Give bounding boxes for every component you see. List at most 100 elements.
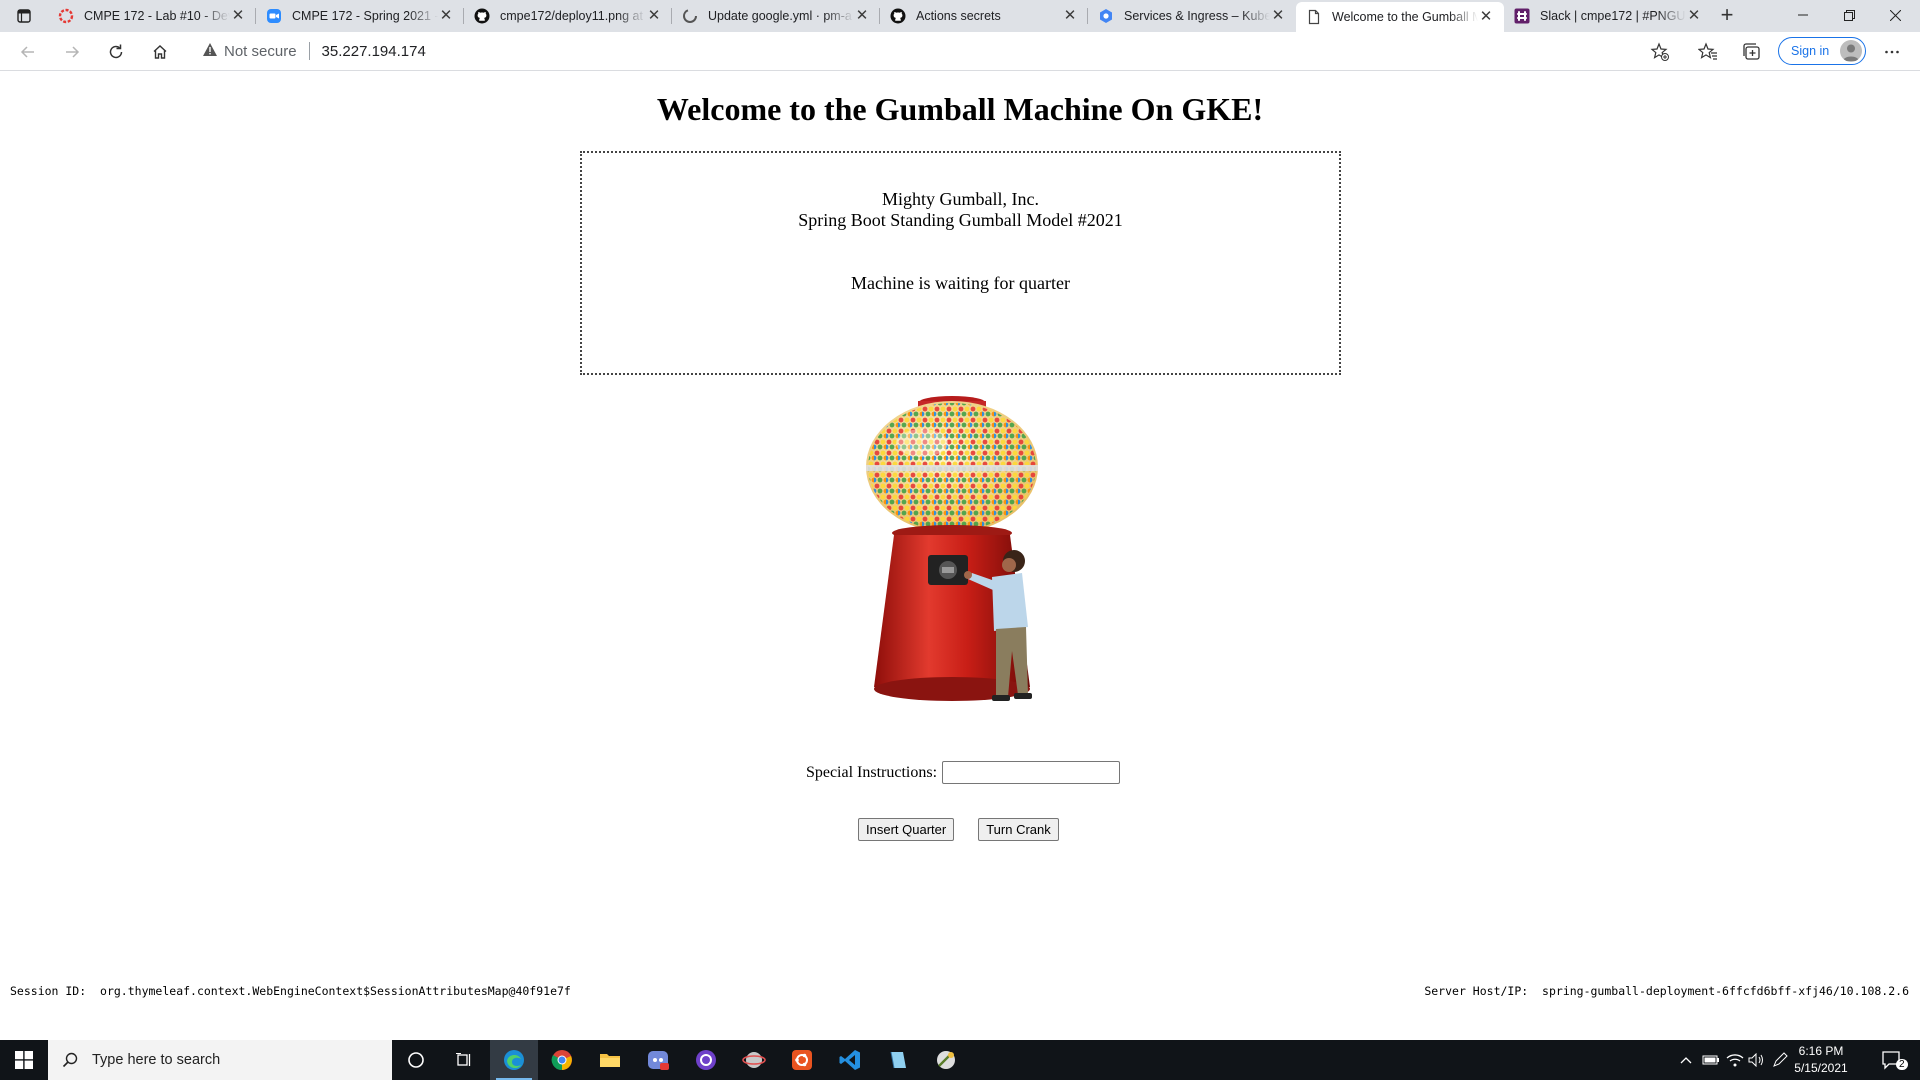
refresh-icon: [109, 44, 123, 59]
favorites-icon: [1698, 42, 1717, 60]
close-icon[interactable]: ✕: [1270, 8, 1286, 24]
tab-title: Update google.yml · pm-a: [708, 9, 852, 23]
tab-gumball-active[interactable]: Welcome to the Gumball M ✕: [1296, 2, 1504, 32]
search-icon: [62, 1052, 78, 1068]
tray-chevron-icon[interactable]: [1676, 1040, 1696, 1080]
home-button[interactable]: [146, 38, 174, 66]
taskbar-notepad[interactable]: [874, 1040, 922, 1080]
tab-actions-secrets[interactable]: Actions secrets ✕: [880, 0, 1088, 32]
taskbar-search[interactable]: Type here to search: [48, 1040, 392, 1080]
task-view-icon: [456, 1053, 471, 1066]
refresh-button[interactable]: [102, 38, 130, 66]
server-host: spring-gumball-deployment-6ffcfd6bff-xfj…: [1542, 984, 1909, 998]
tab-slack[interactable]: Slack | cmpe172 | #PNGUY ✕: [1504, 0, 1712, 32]
edge-icon: [504, 1050, 524, 1070]
more-icon: [1885, 50, 1899, 54]
tab-cmpe172-spring2021[interactable]: CMPE 172 - Spring 2021 - ✕: [256, 0, 464, 32]
cortana-icon: [408, 1052, 424, 1068]
taskbar-app-tool[interactable]: [922, 1040, 970, 1080]
notification-center-button[interactable]: 2: [1872, 1040, 1912, 1080]
insert-quarter-button[interactable]: Insert Quarter: [858, 818, 955, 841]
tab-update-google-yml[interactable]: Update google.yml · pm-a ✕: [672, 0, 880, 32]
session-label: Session ID:: [10, 984, 87, 998]
session-id: org.thymeleaf.context.WebEngineContext$S…: [100, 984, 571, 998]
minimize-button[interactable]: [1780, 0, 1826, 30]
taskbar-github-desktop[interactable]: [682, 1040, 730, 1080]
settings-more-button[interactable]: [1878, 38, 1906, 66]
cortana-button[interactable]: [392, 1040, 440, 1080]
favorites-button[interactable]: [1694, 38, 1722, 66]
loading-icon: [682, 8, 698, 24]
red-ring-icon: [58, 8, 74, 24]
tab-deploy11-png[interactable]: cmpe172/deploy11.png at ✕: [464, 0, 672, 32]
security-label[interactable]: Not secure: [224, 43, 297, 60]
action-buttons: Insert Quarter Turn Crank: [858, 818, 1059, 841]
forward-button[interactable]: [58, 38, 86, 66]
close-icon[interactable]: ✕: [1478, 9, 1494, 25]
tab-title: CMPE 172 - Spring 2021 -: [292, 9, 438, 23]
page-content: Welcome to the Gumball Machine On GKE! M…: [0, 71, 1920, 1040]
vscode-icon: [839, 1050, 860, 1070]
collections-icon: [1743, 43, 1760, 60]
star-add-icon: [1650, 42, 1669, 61]
gumball-machine-image: [866, 396, 1038, 701]
special-instructions-input[interactable]: [942, 761, 1121, 784]
company-name: Mighty Gumball, Inc.: [882, 189, 1039, 209]
machine-state: Machine is waiting for quarter: [851, 273, 1070, 293]
wifi-icon[interactable]: [1724, 1040, 1746, 1080]
warning-icon[interactable]: [202, 42, 218, 61]
add-favorite-button[interactable]: [1646, 38, 1674, 66]
server-info: Server Host/IP: spring-gumball-deploymen…: [1424, 984, 1909, 998]
windows-taskbar: Type here to search 6:16 PM 5/15/2021 2: [0, 1040, 1920, 1080]
tab-strip: CMPE 172 - Lab #10 - Dev ✕ CMPE 172 - Sp…: [0, 0, 1920, 32]
collections-button[interactable]: [1738, 38, 1766, 66]
taskbar-app-planet[interactable]: [730, 1040, 778, 1080]
special-instructions-label: Special Instructions:: [805, 763, 938, 781]
notepad-icon: [890, 1051, 906, 1069]
close-icon[interactable]: ✕: [646, 8, 662, 24]
close-window-button[interactable]: [1872, 0, 1918, 30]
taskbar-vscode[interactable]: [826, 1040, 874, 1080]
volume-icon[interactable]: [1746, 1040, 1768, 1080]
restore-button[interactable]: [1826, 0, 1872, 30]
home-icon: [153, 45, 167, 59]
tab-title: Services & Ingress – Kuber: [1124, 9, 1270, 23]
start-button[interactable]: [0, 1040, 48, 1080]
taskbar-ubuntu[interactable]: [778, 1040, 826, 1080]
planet-app-icon: [742, 1052, 766, 1068]
back-arrow-icon: [20, 46, 34, 58]
tab-title: Slack | cmpe172 | #PNGUY: [1540, 9, 1686, 23]
taskbar-discord[interactable]: [634, 1040, 682, 1080]
tab-actions-menu-icon[interactable]: [10, 6, 38, 26]
close-icon[interactable]: ✕: [230, 8, 246, 24]
page-icon: [1306, 9, 1322, 25]
taskbar-chrome[interactable]: [538, 1040, 586, 1080]
taskbar-clock[interactable]: 6:16 PM 5/15/2021: [1786, 1043, 1856, 1077]
taskbar-file-explorer[interactable]: [586, 1040, 634, 1080]
machine-status-panel: Mighty Gumball, Inc. Spring Boot Standin…: [580, 151, 1341, 375]
tab-cmpe172-lab10[interactable]: CMPE 172 - Lab #10 - Dev ✕: [48, 0, 256, 32]
tab-title: Actions secrets: [916, 9, 1001, 23]
search-placeholder: Type here to search: [92, 1052, 221, 1068]
clock-date: 5/15/2021: [1794, 1061, 1848, 1075]
tab-services-ingress[interactable]: Services & Ingress – Kuber ✕: [1088, 0, 1296, 32]
back-button[interactable]: [14, 38, 42, 66]
close-icon[interactable]: ✕: [1686, 8, 1702, 24]
url-text[interactable]: 35.227.194.174: [322, 43, 426, 60]
close-icon[interactable]: ✕: [438, 8, 454, 24]
close-icon[interactable]: ✕: [854, 8, 870, 24]
clock-time: 6:16 PM: [1798, 1044, 1844, 1058]
close-icon[interactable]: ✕: [1062, 8, 1078, 24]
battery-icon[interactable]: [1700, 1040, 1722, 1080]
tool-app-icon: [937, 1051, 955, 1069]
tab-title: Welcome to the Gumball M: [1332, 10, 1478, 24]
task-view-button[interactable]: [440, 1040, 488, 1080]
turn-crank-button[interactable]: Turn Crank: [978, 818, 1059, 841]
server-label: Server Host/IP:: [1424, 984, 1529, 998]
new-tab-button[interactable]: +: [1714, 4, 1740, 28]
sign-in-button[interactable]: Sign in: [1778, 37, 1866, 65]
taskbar-edge[interactable]: [490, 1040, 538, 1080]
address-bar[interactable]: Not secure 35.227.194.174: [196, 36, 1656, 66]
folder-icon: [600, 1054, 620, 1067]
browser-toolbar: Not secure 35.227.194.174 Sign in: [0, 32, 1920, 71]
